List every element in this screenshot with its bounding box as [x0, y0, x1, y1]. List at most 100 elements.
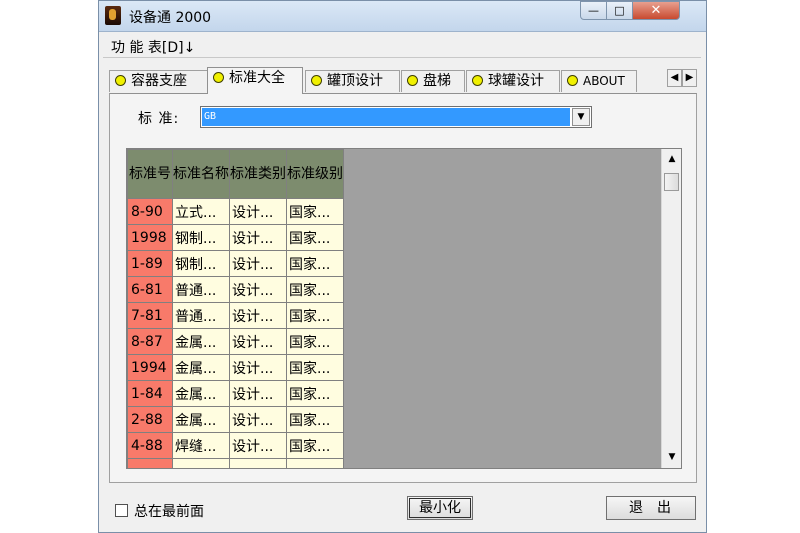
table-row-partial[interactable]	[127, 458, 344, 468]
tab-label: 容器支座	[131, 73, 187, 89]
table-row[interactable]: 1994 金属... 设计... 国家...	[127, 354, 344, 381]
cell-standard-level[interactable]: 国家...	[286, 354, 344, 381]
standard-selected-value[interactable]: GB	[201, 107, 571, 127]
tab-scroll-right-button[interactable]: ▶	[682, 69, 697, 87]
cell-standard-category[interactable]: 设计...	[229, 224, 287, 251]
bulb-icon	[567, 75, 578, 86]
column-header-standard-level[interactable]: 标准级别	[286, 149, 344, 199]
always-on-top-option[interactable]: 总在最前面	[115, 501, 204, 521]
cell-standard-number[interactable]: 4-88	[127, 432, 173, 459]
dropdown-arrow-icon[interactable]: ▼	[572, 108, 590, 126]
cell-standard-category[interactable]: 设计...	[229, 250, 287, 277]
standard-label: 标 准:	[138, 111, 180, 127]
cell-standard-number[interactable]: 2-88	[127, 406, 173, 433]
maximize-window-button[interactable]: □	[606, 1, 633, 20]
standard-select[interactable]: GB ▼	[200, 106, 592, 128]
cell-standard-number[interactable]: 8-90	[127, 198, 173, 225]
cell-standard-name[interactable]: 钢制...	[172, 224, 230, 251]
table-row[interactable]: 8-90 立式... 设计... 国家...	[127, 198, 344, 225]
cell-standard-category[interactable]: 设计...	[229, 328, 287, 355]
cell-standard-level[interactable]: 国家...	[286, 302, 344, 329]
title-bar[interactable]: 设备通 2000 — □ ✕	[99, 1, 706, 32]
close-window-button[interactable]: ✕	[632, 1, 680, 20]
cell-standard-number[interactable]: 1998	[127, 224, 173, 251]
cell-standard-name[interactable]: 焊缝...	[172, 432, 230, 459]
bulb-icon	[115, 75, 126, 86]
cell-standard-number[interactable]: 8-87	[127, 328, 173, 355]
cell-standard-number[interactable]	[127, 458, 173, 468]
cell-standard-number[interactable]: 6-81	[127, 276, 173, 303]
header-text: 标准类别	[230, 166, 286, 182]
tab-vessel-support[interactable]: 容器支座	[109, 70, 209, 92]
cell-standard-level[interactable]: 国家...	[286, 276, 344, 303]
cell-standard-category[interactable]: 设计...	[229, 380, 287, 407]
table-row[interactable]: 2-88 金属... 设计... 国家...	[127, 406, 344, 433]
menu-bar: 功 能 表[D]↓	[103, 33, 701, 58]
cell-standard-number[interactable]: 1994	[127, 354, 173, 381]
table-row[interactable]: 8-87 金属... 设计... 国家...	[127, 328, 344, 355]
bulb-icon	[472, 75, 483, 86]
app-icon[interactable]	[105, 6, 121, 25]
cell-standard-name[interactable]: 钢制...	[172, 250, 230, 277]
cell-standard-number[interactable]: 7-81	[127, 302, 173, 329]
always-on-top-checkbox[interactable]	[115, 504, 128, 517]
tab-about[interactable]: ABOUT	[561, 70, 637, 92]
cell-standard-level[interactable]: 国家...	[286, 250, 344, 277]
cell-standard-level[interactable]: 国家...	[286, 380, 344, 407]
tab-label: 罐顶设计	[327, 73, 383, 89]
cell-standard-name[interactable]: 立式...	[172, 198, 230, 225]
minimize-window-button[interactable]: —	[580, 1, 607, 20]
scroll-up-arrow-icon[interactable]: ▲	[662, 151, 681, 168]
header-text: 标准号	[129, 166, 171, 182]
cell-standard-name[interactable]: 普通...	[172, 276, 230, 303]
cell-standard-level[interactable]: 国家...	[286, 328, 344, 355]
cell-standard-name[interactable]: 金属...	[172, 406, 230, 433]
table-row[interactable]: 7-81 普通... 设计... 国家...	[127, 302, 344, 329]
table-row[interactable]: 4-88 焊缝... 设计... 国家...	[127, 432, 344, 459]
bulb-icon	[407, 75, 418, 86]
cell-standard-category[interactable]: 设计...	[229, 198, 287, 225]
cell-standard-name[interactable]: 金属...	[172, 354, 230, 381]
minimize-button[interactable]: 最小化	[407, 496, 473, 520]
tab-sphere-tank-design[interactable]: 球罐设计	[466, 70, 560, 92]
tab-scroll-left-button[interactable]: ◀	[667, 69, 682, 87]
tab-tank-roof-design[interactable]: 罐顶设计	[305, 70, 400, 92]
cell-standard-level[interactable]: 国家...	[286, 406, 344, 433]
bulb-icon	[213, 72, 224, 83]
bulb-icon	[311, 75, 322, 86]
column-header-standard-number[interactable]: 标准号	[127, 149, 173, 199]
cell-standard-category[interactable]: 设计...	[229, 354, 287, 381]
cell-standard-level[interactable]: 国家...	[286, 432, 344, 459]
tab-standards[interactable]: 标准大全	[207, 67, 303, 94]
cell-standard-name[interactable]: 普通...	[172, 302, 230, 329]
cell-standard-category[interactable]: 设计...	[229, 432, 287, 459]
cell-standard-category[interactable]: 设计...	[229, 406, 287, 433]
app-window: 设备通 2000 — □ ✕ 功 能 表[D]↓ 容器支座 标准大全 罐顶设计 …	[98, 0, 707, 533]
cell-standard-name[interactable]: 金属...	[172, 380, 230, 407]
tab-spiral-stair[interactable]: 盘梯	[401, 70, 465, 92]
column-header-standard-category[interactable]: 标准类别	[229, 149, 287, 199]
cell-standard-name[interactable]	[172, 458, 230, 468]
table-row[interactable]: 1-84 金属... 设计... 国家...	[127, 380, 344, 407]
tab-label: 球罐设计	[488, 73, 544, 89]
cell-standard-number[interactable]: 1-84	[127, 380, 173, 407]
cell-standard-category[interactable]	[229, 458, 287, 468]
cell-standard-number[interactable]: 1-89	[127, 250, 173, 277]
cell-standard-category[interactable]: 设计...	[229, 276, 287, 303]
table-row[interactable]: 1998 钢制... 设计... 国家...	[127, 224, 344, 251]
table-row[interactable]: 1-89 钢制... 设计... 国家...	[127, 250, 344, 277]
cell-standard-level[interactable]	[286, 458, 344, 468]
grid-vertical-scrollbar[interactable]: ▲ ▼	[661, 149, 681, 468]
cell-standard-level[interactable]: 国家...	[286, 198, 344, 225]
standards-grid[interactable]: 标准号 标准名称 标准类别 标准级别 8-90 立式... 设计... 国家..…	[126, 148, 682, 469]
cell-standard-category[interactable]: 设计...	[229, 302, 287, 329]
column-header-standard-name[interactable]: 标准名称	[172, 149, 230, 199]
scroll-thumb[interactable]	[664, 173, 679, 191]
cell-standard-name[interactable]: 金属...	[172, 328, 230, 355]
table-row[interactable]: 6-81 普通... 设计... 国家...	[127, 276, 344, 303]
menu-function-table[interactable]: 功 能 表[D]↓	[111, 37, 195, 57]
cell-standard-level[interactable]: 国家...	[286, 224, 344, 251]
table-header-row: 标准号 标准名称 标准类别 标准级别	[127, 149, 344, 199]
scroll-down-arrow-icon[interactable]: ▼	[662, 449, 681, 466]
exit-button[interactable]: 退出	[606, 496, 696, 520]
